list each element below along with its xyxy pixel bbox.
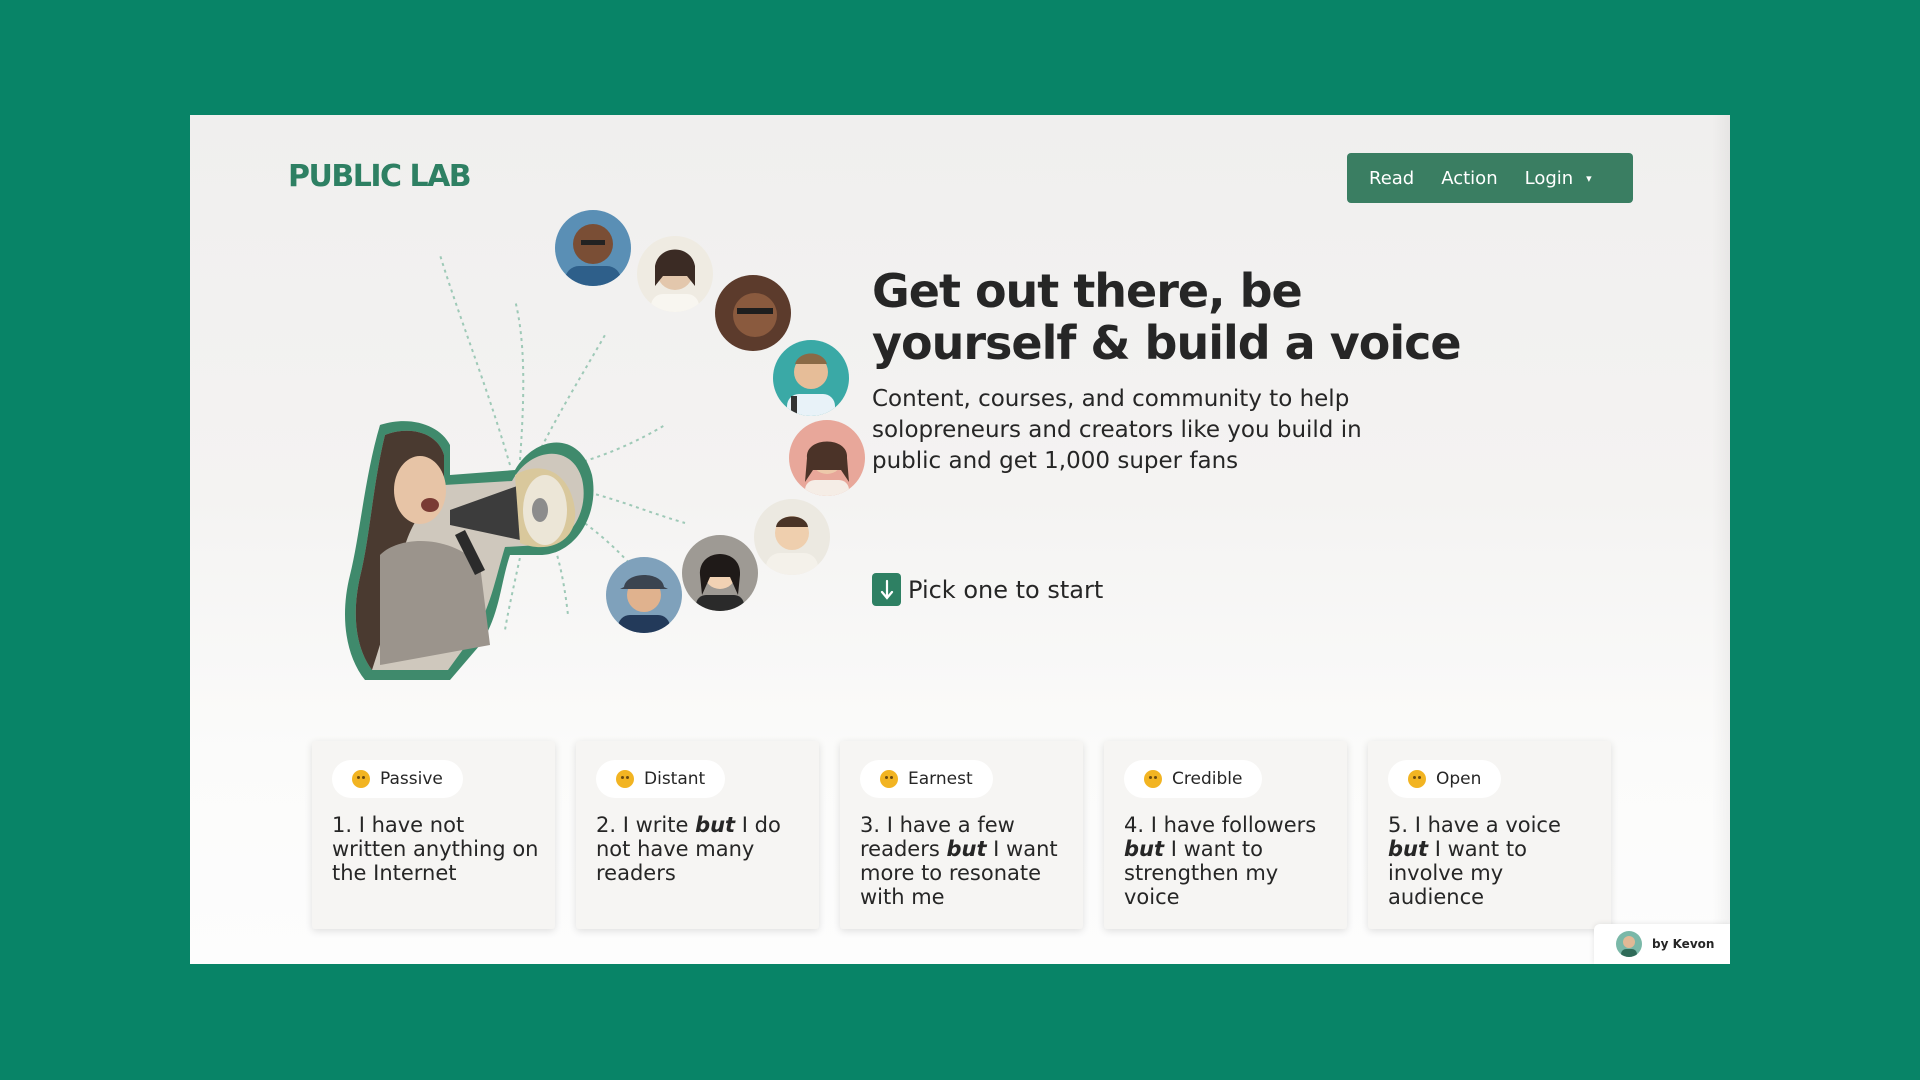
avatar-2 [637, 236, 713, 312]
pick-one-label: Pick one to start [908, 575, 1104, 604]
top-nav: Read Action Login ▾ [1347, 153, 1633, 203]
hero-illustration [310, 210, 865, 710]
card-description: 5. I have a voice but I want to involve … [1388, 813, 1561, 909]
card-description: 2. I write but I do not have many reader… [596, 813, 781, 885]
avatar-1 [555, 210, 631, 286]
nav-login-link[interactable]: Login [1525, 168, 1574, 189]
mood-badge: Open [1388, 760, 1502, 798]
avatar-4 [773, 340, 849, 416]
pick-one-prompt[interactable]: Pick one to start [872, 573, 1103, 606]
arrow-down-icon [872, 573, 901, 606]
page-frame: PUBLIC LAB Read Action Login ▾ Get out t… [190, 115, 1730, 964]
card-earnest[interactable]: Earnest 3. I have a few readers but I wa… [840, 741, 1083, 929]
avatar-6 [754, 499, 830, 575]
card-description: 1. I have not written anything on the In… [332, 813, 539, 885]
avatar-5 [789, 420, 865, 496]
card-description: 3. I have a few readers but I want more … [860, 813, 1058, 909]
card-description: 4. I have followers but I want to streng… [1124, 813, 1317, 909]
card-distant[interactable]: Distant 2. I write but I do not have man… [576, 741, 819, 929]
dropdown-caret-icon[interactable]: ▾ [1586, 172, 1592, 185]
nav-read-link[interactable]: Read [1369, 168, 1414, 189]
author-credit[interactable]: by Kevon [1594, 924, 1730, 964]
mood-badge: Distant [596, 760, 726, 798]
emoji-icon [1408, 770, 1426, 788]
author-credit-label: by Kevon [1652, 937, 1715, 951]
emoji-icon [616, 770, 634, 788]
mood-badge: Passive [332, 760, 463, 798]
card-open[interactable]: Open 5. I have a voice but I want to inv… [1368, 741, 1611, 929]
frame-edge-shadow [1712, 115, 1730, 964]
avatar-8 [606, 557, 682, 633]
avatar-7 [682, 535, 758, 611]
hero-headline: Get out there, be yourself & build a voi… [872, 264, 1462, 370]
card-credible[interactable]: Credible 4. I have followers but I want … [1104, 741, 1347, 929]
mood-badge: Earnest [860, 760, 993, 798]
avatar-3 [715, 275, 791, 351]
emoji-icon [1144, 770, 1162, 788]
logo[interactable]: PUBLIC LAB [288, 159, 472, 194]
emoji-icon [352, 770, 370, 788]
card-passive[interactable]: Passive 1. I have not written anything o… [312, 741, 555, 929]
megaphone-person-image [345, 421, 594, 680]
emoji-icon [880, 770, 898, 788]
author-avatar [1616, 931, 1642, 957]
mood-badge: Credible [1124, 760, 1263, 798]
nav-action-link[interactable]: Action [1441, 168, 1497, 189]
hero-subtext: Content, courses, and community to help … [872, 386, 1362, 474]
